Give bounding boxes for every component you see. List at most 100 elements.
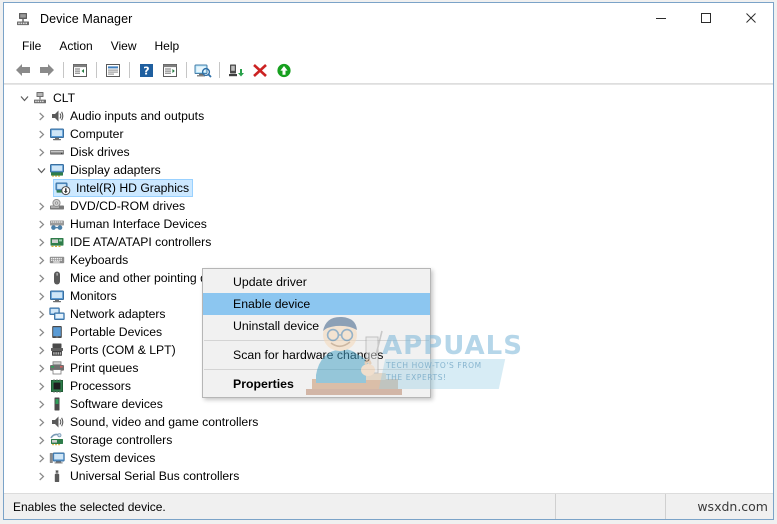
chevron-right-icon[interactable]	[33, 144, 49, 160]
context-menu-item-scan-for-hardware-changes[interactable]: Scan for hardware changes	[203, 344, 430, 366]
tree-item-clt[interactable]: CLT	[4, 89, 773, 107]
show-hide-console-tree-icon[interactable]	[68, 59, 92, 81]
chevron-right-icon[interactable]	[33, 108, 49, 124]
svg-text:?: ?	[143, 64, 149, 77]
tree-item-label: Audio inputs and outputs	[70, 109, 205, 123]
tree-item-label: Disk drives	[70, 145, 130, 159]
chevron-right-icon[interactable]	[33, 396, 49, 412]
display-adapter-icon	[49, 162, 65, 178]
scan-hardware-changes-icon[interactable]	[191, 59, 215, 81]
back-arrow-icon[interactable]	[11, 59, 35, 81]
chevron-right-icon[interactable]	[33, 360, 49, 376]
tree-item-label: DVD/CD-ROM drives	[70, 199, 186, 213]
chevron-right-icon[interactable]	[33, 234, 49, 250]
device-manager-screenshot: Device Manager File Action View Help ? C…	[0, 0, 777, 524]
menu-view[interactable]: View	[102, 37, 146, 55]
tree-item-ide-ata-atapi-controllers[interactable]: IDE ATA/ATAPI controllers	[4, 233, 773, 251]
keyboard-icon	[49, 252, 65, 268]
enable-device-icon[interactable]	[272, 59, 296, 81]
tree-item-disk-drives[interactable]: Disk drives	[4, 143, 773, 161]
disable-device-icon[interactable]	[224, 59, 248, 81]
tree-item-computer[interactable]: Computer	[4, 125, 773, 143]
chevron-right-icon[interactable]	[33, 342, 49, 358]
monitor-icon	[49, 126, 65, 142]
tree-item-storage-controllers[interactable]: Storage controllers	[4, 431, 773, 449]
context-menu-item-update-driver[interactable]: Update driver	[203, 271, 430, 293]
port-icon	[49, 342, 65, 358]
update-driver-icon[interactable]	[158, 59, 182, 81]
chevron-right-icon[interactable]	[33, 414, 49, 430]
chevron-right-icon[interactable]	[33, 288, 49, 304]
properties-icon[interactable]	[101, 59, 125, 81]
context-menu-item-enable-device[interactable]: Enable device	[203, 293, 430, 315]
help-icon[interactable]: ?	[134, 59, 158, 81]
tree-item-human-interface-devices[interactable]: Human Interface Devices	[4, 215, 773, 233]
tree-item-label: Monitors	[70, 289, 117, 303]
window-title: Device Manager	[40, 12, 133, 26]
tree-item-label: Processors	[70, 379, 131, 393]
window-controls	[638, 3, 773, 33]
device-manager-window: Device Manager File Action View Help ? C…	[3, 2, 774, 520]
tree-item-label: Network adapters	[70, 307, 166, 321]
chevron-right-icon[interactable]	[33, 252, 49, 268]
title-bar: Device Manager	[4, 3, 773, 35]
chevron-down-icon[interactable]	[33, 162, 49, 178]
close-button[interactable]	[728, 3, 773, 33]
speaker-icon	[49, 108, 65, 124]
chevron-right-icon[interactable]	[33, 126, 49, 142]
tree-item-label: System devices	[70, 451, 156, 465]
tree-item-audio-inputs-and-outputs[interactable]: Audio inputs and outputs	[4, 107, 773, 125]
tree-item-keyboards[interactable]: Keyboards	[4, 251, 773, 269]
tree-item-sound-video-and-game-controllers[interactable]: Sound, video and game controllers	[4, 413, 773, 431]
tree-item-universal-serial-bus-controllers[interactable]: Universal Serial Bus controllers	[4, 467, 773, 485]
context-menu-separator	[204, 340, 429, 341]
printer-icon	[49, 360, 65, 376]
tree-item-label: Sound, video and game controllers	[70, 415, 259, 429]
monitor-icon	[49, 288, 65, 304]
tree-item-label: Display adapters	[70, 163, 161, 177]
hid-icon	[49, 216, 65, 232]
menu-action[interactable]: Action	[50, 37, 101, 55]
tree-item-label: Intel(R) HD Graphics	[76, 181, 190, 195]
device-context-menu[interactable]: Update driver Enable device Uninstall de…	[202, 268, 431, 398]
tree-item-dvd-cd-rom-drives[interactable]: DVD/CD-ROM drives	[4, 197, 773, 215]
ide-controller-icon	[49, 234, 65, 250]
status-message: Enables the selected device.	[13, 499, 166, 514]
tree-item-label: Ports (COM & LPT)	[70, 343, 176, 357]
chevron-right-icon[interactable]	[33, 216, 49, 232]
chevron-down-icon[interactable]	[16, 90, 32, 106]
chevron-right-icon[interactable]	[33, 468, 49, 484]
tree-item-display-adapters[interactable]: Display adapters	[4, 161, 773, 179]
status-right-pane: wsxdn.com	[665, 494, 773, 519]
tree-item-label: Universal Serial Bus controllers	[70, 469, 240, 483]
status-bar: Enables the selected device. wsxdn.com	[4, 493, 773, 519]
tree-item-intel-hd-graphics[interactable]: Intel(R) HD Graphics	[4, 179, 773, 197]
menu-help[interactable]: Help	[146, 37, 189, 55]
tree-item-system-devices[interactable]: System devices	[4, 449, 773, 467]
speaker-icon	[49, 414, 65, 430]
mouse-icon	[49, 270, 65, 286]
maximize-button[interactable]	[683, 3, 728, 33]
system-device-icon	[49, 450, 65, 466]
menu-bar: File Action View Help	[4, 35, 773, 57]
uninstall-device-icon[interactable]	[248, 59, 272, 81]
chevron-right-icon[interactable]	[33, 198, 49, 214]
chevron-right-icon[interactable]	[33, 324, 49, 340]
toolbar-separator	[129, 62, 130, 78]
chevron-right-icon[interactable]	[33, 378, 49, 394]
disabled-display-device-icon	[55, 180, 71, 196]
context-menu-item-properties[interactable]: Properties	[203, 373, 430, 395]
chevron-right-icon[interactable]	[33, 450, 49, 466]
tree-item-label: Portable Devices	[70, 325, 163, 339]
chevron-right-icon[interactable]	[33, 270, 49, 286]
toolbar-separator	[63, 62, 64, 78]
device-tree-panel[interactable]: CLT Audio inputs and outputs Computer Di…	[4, 84, 773, 493]
minimize-button[interactable]	[638, 3, 683, 33]
context-menu-item-uninstall-device[interactable]: Uninstall device	[203, 315, 430, 337]
menu-file[interactable]: File	[13, 37, 50, 55]
chevron-right-icon[interactable]	[33, 306, 49, 322]
forward-arrow-icon[interactable]	[35, 59, 59, 81]
computer-node-icon	[32, 90, 48, 106]
usb-icon	[49, 468, 65, 484]
chevron-right-icon[interactable]	[33, 432, 49, 448]
